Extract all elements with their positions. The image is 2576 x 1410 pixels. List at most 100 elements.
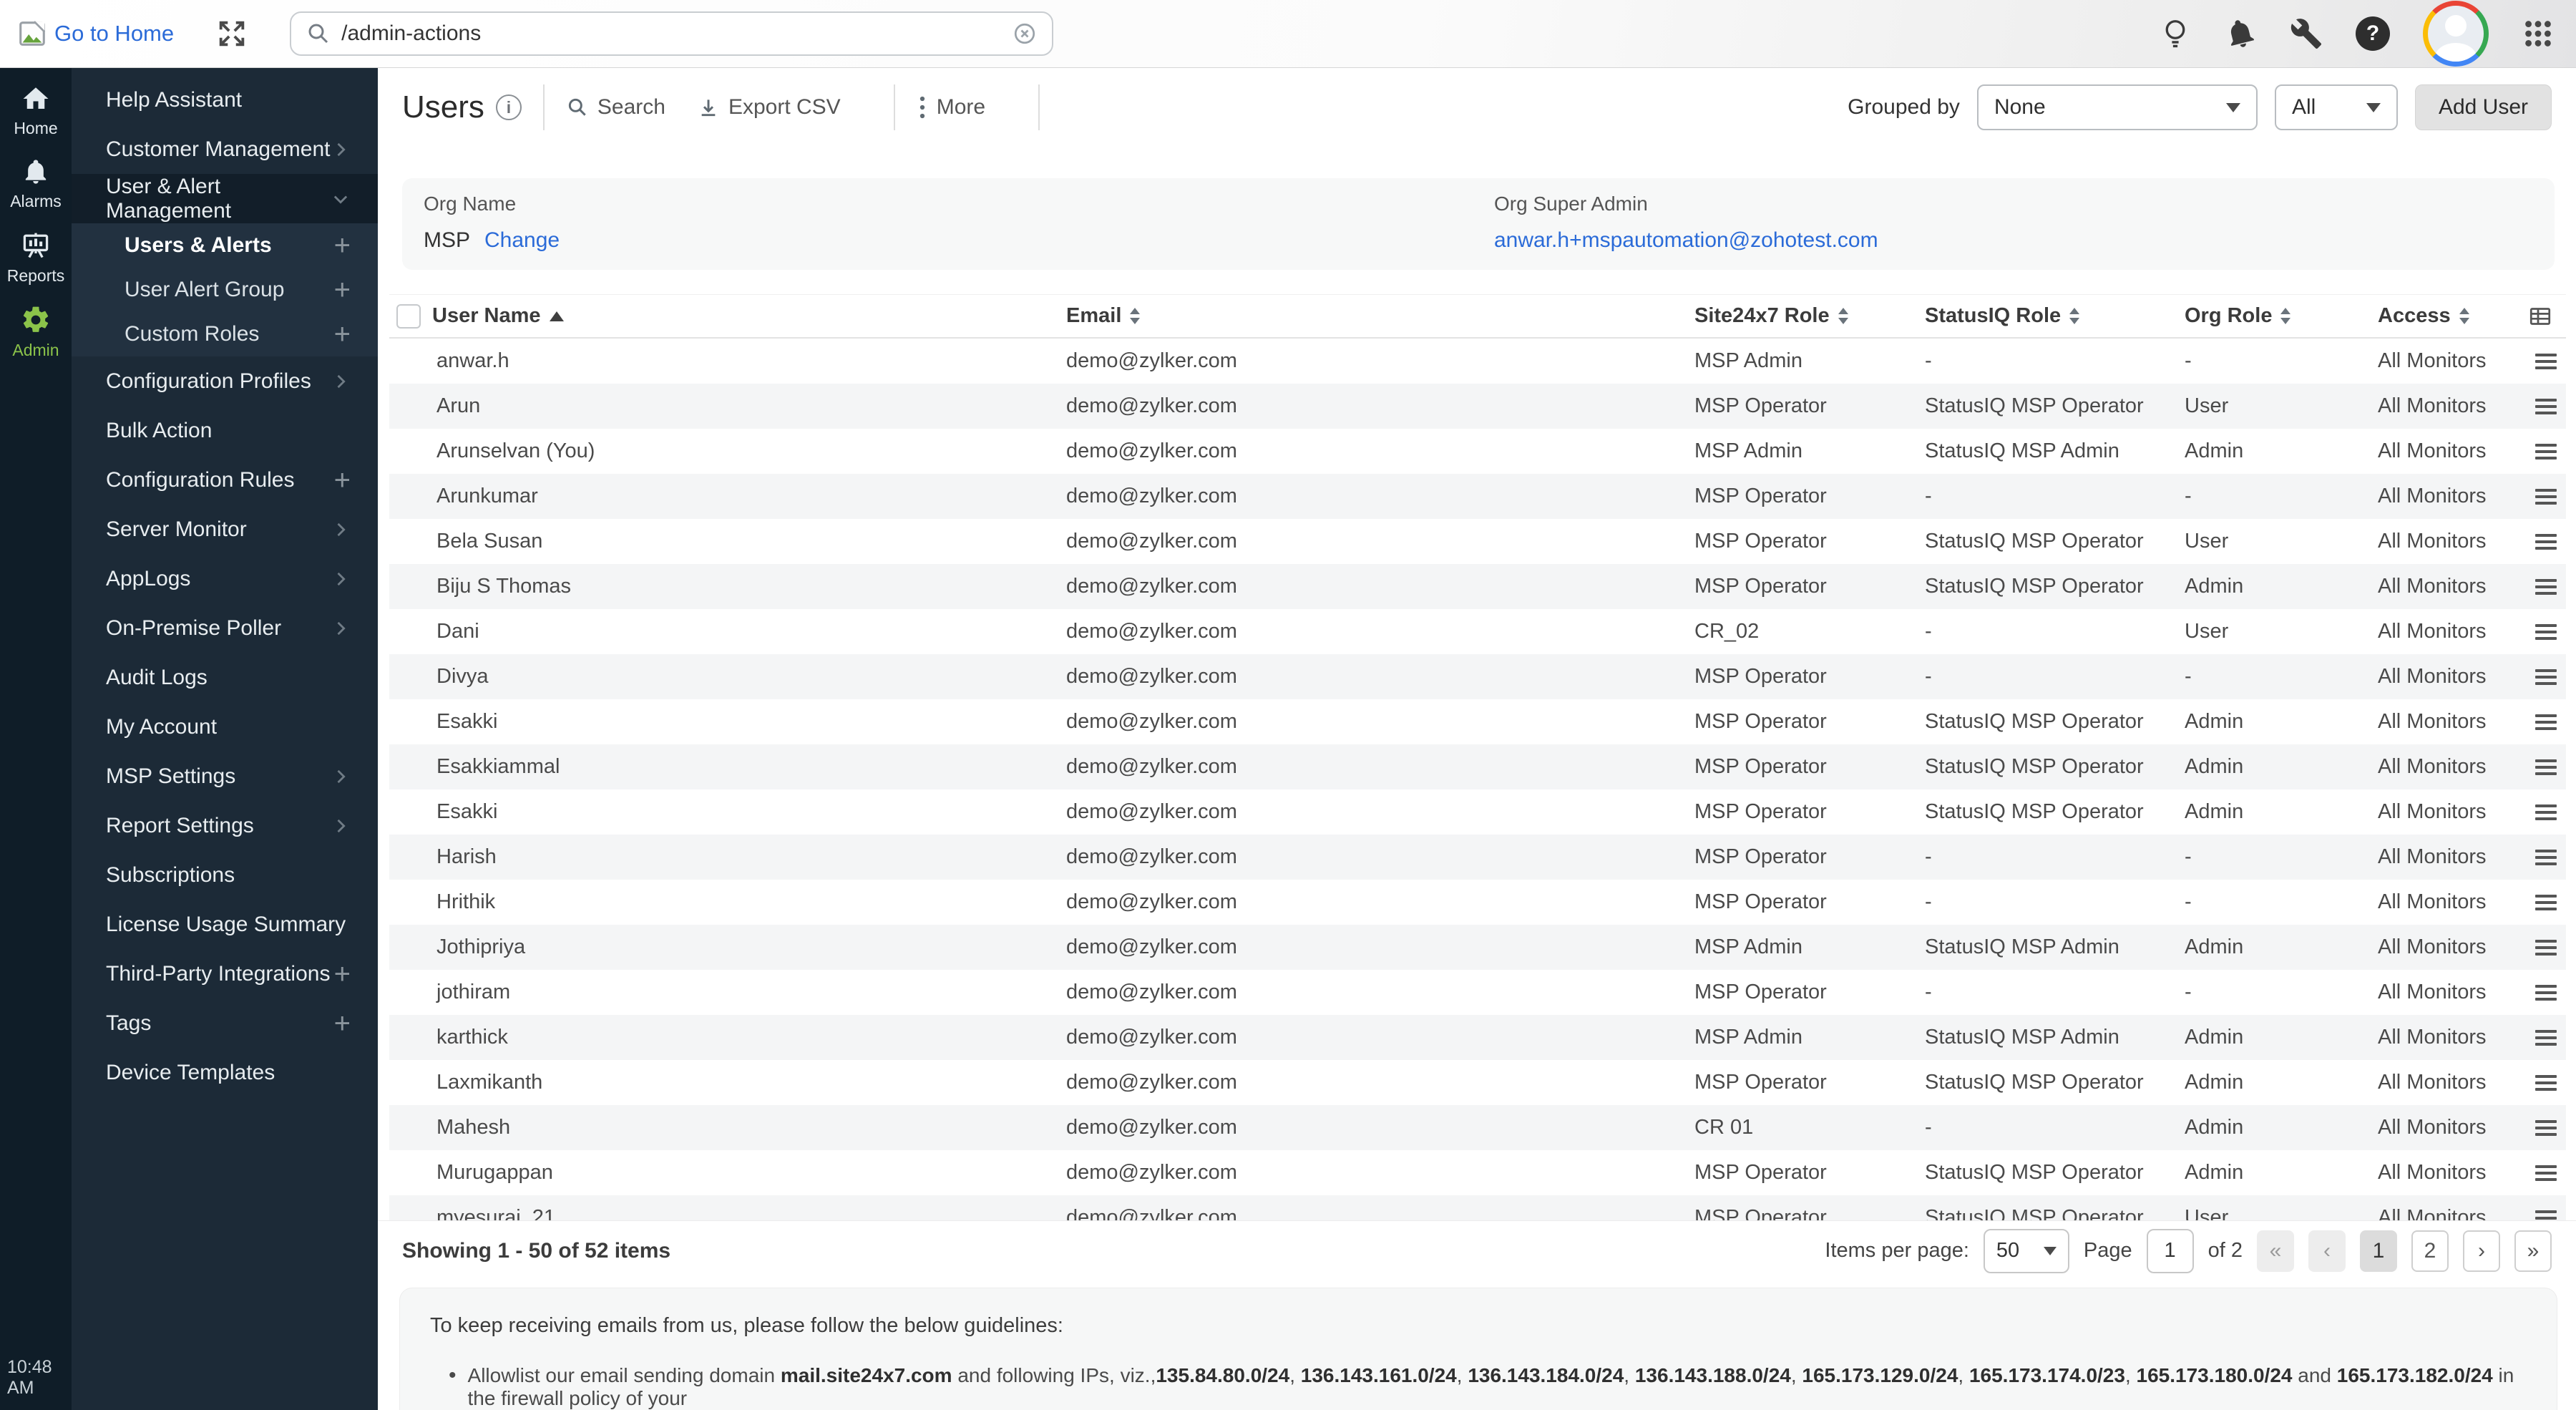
table-row[interactable]: Divya demo@zylker.com MSP Operator - - A… (389, 654, 2566, 699)
clear-search-icon[interactable] (1012, 21, 1038, 47)
row-menu-icon[interactable] (2535, 711, 2557, 734)
org-change-link[interactable]: Change (484, 228, 560, 253)
table-row[interactable]: Esakki demo@zylker.com MSP Operator Stat… (389, 789, 2566, 835)
sidebar-item-configuration-profiles[interactable]: Configuration Profiles + (72, 356, 378, 406)
plus-icon[interactable]: + (334, 960, 351, 988)
table-row[interactable]: Bela Susan demo@zylker.com MSP Operator … (389, 519, 2566, 564)
info-icon[interactable]: i (496, 94, 522, 120)
global-search-input[interactable] (341, 21, 1002, 46)
table-row[interactable]: Esakki demo@zylker.com MSP Operator Stat… (389, 699, 2566, 744)
notifications-bell-icon[interactable] (2224, 17, 2257, 50)
add-user-button[interactable]: Add User (2415, 84, 2552, 130)
plus-icon[interactable]: + (334, 1009, 351, 1038)
plus-icon[interactable]: + (334, 466, 351, 495)
rail-item-reports[interactable]: Reports (7, 230, 65, 286)
rail-item-alarms[interactable]: Alarms (10, 157, 62, 211)
table-row[interactable]: myesuraj_21 demo@zylker.com MSP Operator… (389, 1195, 2566, 1220)
row-menu-icon[interactable] (2535, 440, 2557, 463)
table-row[interactable]: Laxmikanth demo@zylker.com MSP Operator … (389, 1060, 2566, 1105)
table-row[interactable]: karthick demo@zylker.com MSP Admin Statu… (389, 1015, 2566, 1060)
column-chooser-icon[interactable] (2527, 303, 2553, 329)
sidebar-item-applogs[interactable]: AppLogs + (72, 554, 378, 603)
first-page-button[interactable]: « (2257, 1230, 2294, 1272)
column-user-name[interactable]: User Name (425, 304, 1055, 328)
sidebar-item-msp-settings[interactable]: MSP Settings + (72, 752, 378, 801)
sidebar-subitem-user-alert-group[interactable]: User Alert Group + (72, 268, 378, 312)
table-row[interactable]: Esakkiammal demo@zylker.com MSP Operator… (389, 744, 2566, 789)
sidebar-item-third-party-integrations[interactable]: Third-Party Integrations + (72, 949, 378, 998)
sidebar-item-my-account[interactable]: My Account + (72, 702, 378, 752)
row-menu-icon[interactable] (2535, 666, 2557, 689)
row-menu-icon[interactable] (2535, 756, 2557, 779)
row-menu-icon[interactable] (2535, 846, 2557, 869)
page-button-2[interactable]: 2 (2411, 1230, 2449, 1272)
next-page-button[interactable]: › (2463, 1230, 2500, 1272)
table-row[interactable]: Harish demo@zylker.com MSP Operator - - … (389, 835, 2566, 880)
row-menu-icon[interactable] (2535, 1026, 2557, 1049)
row-menu-icon[interactable] (2535, 575, 2557, 598)
select-all-checkbox[interactable] (396, 304, 421, 329)
table-row[interactable]: Dani demo@zylker.com CR_02 - User All Mo… (389, 609, 2566, 654)
prev-page-button[interactable]: ‹ (2308, 1230, 2346, 1272)
table-row[interactable]: Hrithik demo@zylker.com MSP Operator - -… (389, 880, 2566, 925)
group-by-select[interactable]: None (1977, 84, 2258, 130)
row-menu-icon[interactable] (2535, 1162, 2557, 1185)
fullscreen-toggle-button[interactable] (215, 17, 248, 50)
row-menu-icon[interactable] (2535, 891, 2557, 914)
more-button[interactable]: More (917, 94, 985, 120)
column-access[interactable]: Access (2366, 304, 2514, 328)
row-menu-icon[interactable] (2535, 981, 2557, 1004)
sidebar-item-audit-logs[interactable]: Audit Logs + (72, 653, 378, 702)
table-row[interactable]: Mahesh demo@zylker.com CR 01 - Admin All… (389, 1105, 2566, 1150)
table-row[interactable]: anwar.h demo@zylker.com MSP Admin - - Al… (389, 339, 2566, 384)
sidebar-item-tags[interactable]: Tags + (72, 998, 378, 1048)
export-csv-button[interactable]: Export CSV (697, 95, 841, 120)
row-menu-icon[interactable] (2535, 936, 2557, 959)
whats-new-lightbulb-icon[interactable] (2160, 16, 2191, 51)
sidebar-item-subscriptions[interactable]: Subscriptions + (72, 850, 378, 900)
table-row[interactable]: jothiram demo@zylker.com MSP Operator - … (389, 970, 2566, 1015)
row-menu-icon[interactable] (2535, 395, 2557, 418)
plus-icon[interactable]: + (334, 320, 351, 349)
row-menu-icon[interactable] (2535, 1117, 2557, 1139)
column-email[interactable]: Email (1055, 304, 1683, 328)
table-row[interactable]: Arunkumar demo@zylker.com MSP Operator -… (389, 474, 2566, 519)
sidebar-item-device-templates[interactable]: Device Templates + (72, 1048, 378, 1097)
row-menu-icon[interactable] (2535, 1071, 2557, 1094)
sidebar-item-user-alert-management[interactable]: User & Alert Management + (72, 174, 378, 223)
table-row[interactable]: Arunselvan (You) demo@zylker.com MSP Adm… (389, 429, 2566, 474)
admin-tools-wrench-icon[interactable] (2290, 17, 2323, 50)
search-button[interactable]: Search (566, 95, 665, 120)
column-site24x7-role[interactable]: Site24x7 Role (1683, 304, 1913, 328)
row-menu-icon[interactable] (2535, 485, 2557, 508)
avatar[interactable] (2423, 1, 2489, 67)
items-per-page-select[interactable]: 50 (1984, 1229, 2069, 1273)
row-menu-icon[interactable] (2535, 801, 2557, 824)
page-number-input[interactable] (2147, 1229, 2194, 1273)
column-statusiq-role[interactable]: StatusIQ Role (1913, 304, 2173, 328)
sidebar-item-customer-management[interactable]: Customer Management + (72, 125, 378, 174)
sidebar-subitem-users-alerts[interactable]: Users & Alerts + (72, 223, 378, 268)
row-menu-icon[interactable] (2535, 350, 2557, 373)
plus-icon[interactable]: + (334, 276, 351, 304)
help-icon[interactable]: ? (2356, 16, 2390, 51)
sidebar-item-on-premise-poller[interactable]: On-Premise Poller + (72, 603, 378, 653)
sidebar-item-license-usage-summary[interactable]: License Usage Summary + (72, 900, 378, 949)
sidebar-item-configuration-rules[interactable]: Configuration Rules + (72, 455, 378, 505)
column-org-role[interactable]: Org Role (2173, 304, 2366, 328)
rail-item-home[interactable]: Home (14, 84, 57, 138)
apps-grid-icon[interactable] (2522, 17, 2555, 50)
table-row[interactable]: Biju S Thomas demo@zylker.com MSP Operat… (389, 564, 2566, 609)
scope-filter-select[interactable]: All (2275, 84, 2398, 130)
sidebar-item-bulk-action[interactable]: Bulk Action + (72, 406, 378, 455)
page-button-1[interactable]: 1 (2360, 1230, 2397, 1272)
sidebar-item-report-settings[interactable]: Report Settings + (72, 801, 378, 850)
rail-item-admin[interactable]: Admin (12, 304, 59, 360)
table-row[interactable]: Murugappan demo@zylker.com MSP Operator … (389, 1150, 2566, 1195)
row-menu-icon[interactable] (2535, 530, 2557, 553)
org-super-admin-email[interactable]: anwar.h+mspautomation@zohotest.com (1494, 228, 1878, 253)
go-to-home-link[interactable]: Go to Home (16, 17, 174, 50)
table-row[interactable]: Arun demo@zylker.com MSP Operator Status… (389, 384, 2566, 429)
table-row[interactable]: Jothipriya demo@zylker.com MSP Admin Sta… (389, 925, 2566, 970)
sidebar-subitem-custom-roles[interactable]: Custom Roles + (72, 312, 378, 356)
